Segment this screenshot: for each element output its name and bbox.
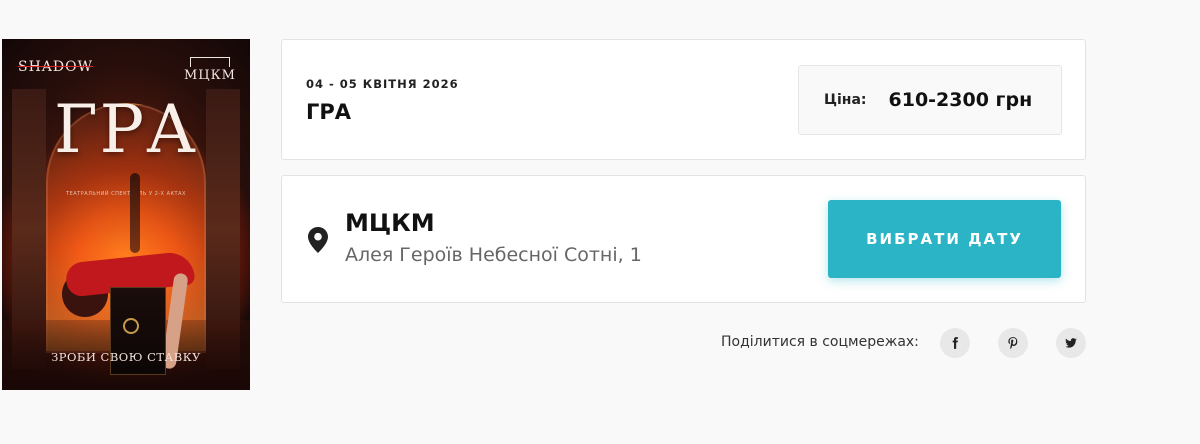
event-title: ГРА <box>306 100 352 124</box>
building-icon <box>189 57 230 67</box>
share-label: Поділитися в соцмережах: <box>721 334 919 350</box>
poster-subtitle: ТЕАТРАЛЬНИЙ СПЕКТАКЛЬ У 2-Х АКТАХ <box>66 191 186 197</box>
venue-name: МЦКМ <box>345 209 435 237</box>
facebook-icon <box>952 337 958 349</box>
event-date: 04 - 05 КВІТНЯ 2026 <box>306 77 459 91</box>
twitter-share-button[interactable] <box>1056 328 1086 358</box>
poster-tagline: ЗРОБИ СВОЮ СТАВКУ <box>51 350 201 364</box>
choose-date-button[interactable]: ВИБРАТИ ДАТУ <box>828 200 1061 278</box>
event-info-card: 04 - 05 КВІТНЯ 2026 ГРА Ціна: 610-2300 г… <box>281 39 1086 160</box>
venue-address: Алея Героїв Небесної Сотні, 1 <box>345 244 642 266</box>
poster-brand-logo: SHADOW <box>18 59 94 75</box>
map-pin-icon <box>308 227 328 253</box>
safe-handle <box>123 318 139 334</box>
price-box: Ціна: 610-2300 грн <box>798 65 1062 135</box>
poster-venue-logo: МЦКМ <box>184 57 236 83</box>
venue-card: МЦКМ Алея Героїв Небесної Сотні, 1 ВИБРА… <box>281 175 1086 303</box>
price-label: Ціна: <box>824 92 867 108</box>
event-poster: SHADOW МЦКМ ГРА ТЕАТРАЛЬНИЙ СПЕКТАКЛЬ У … <box>2 39 250 390</box>
price-value: 610-2300 грн <box>888 89 1033 111</box>
pinterest-share-button[interactable] <box>998 328 1028 358</box>
poster-violin <box>130 173 140 253</box>
facebook-share-button[interactable] <box>940 328 970 358</box>
twitter-icon <box>1065 338 1077 348</box>
pinterest-icon <box>1008 337 1018 350</box>
poster-venue-logo-text: МЦКМ <box>183 68 236 83</box>
poster-title: ГРА <box>53 91 199 168</box>
